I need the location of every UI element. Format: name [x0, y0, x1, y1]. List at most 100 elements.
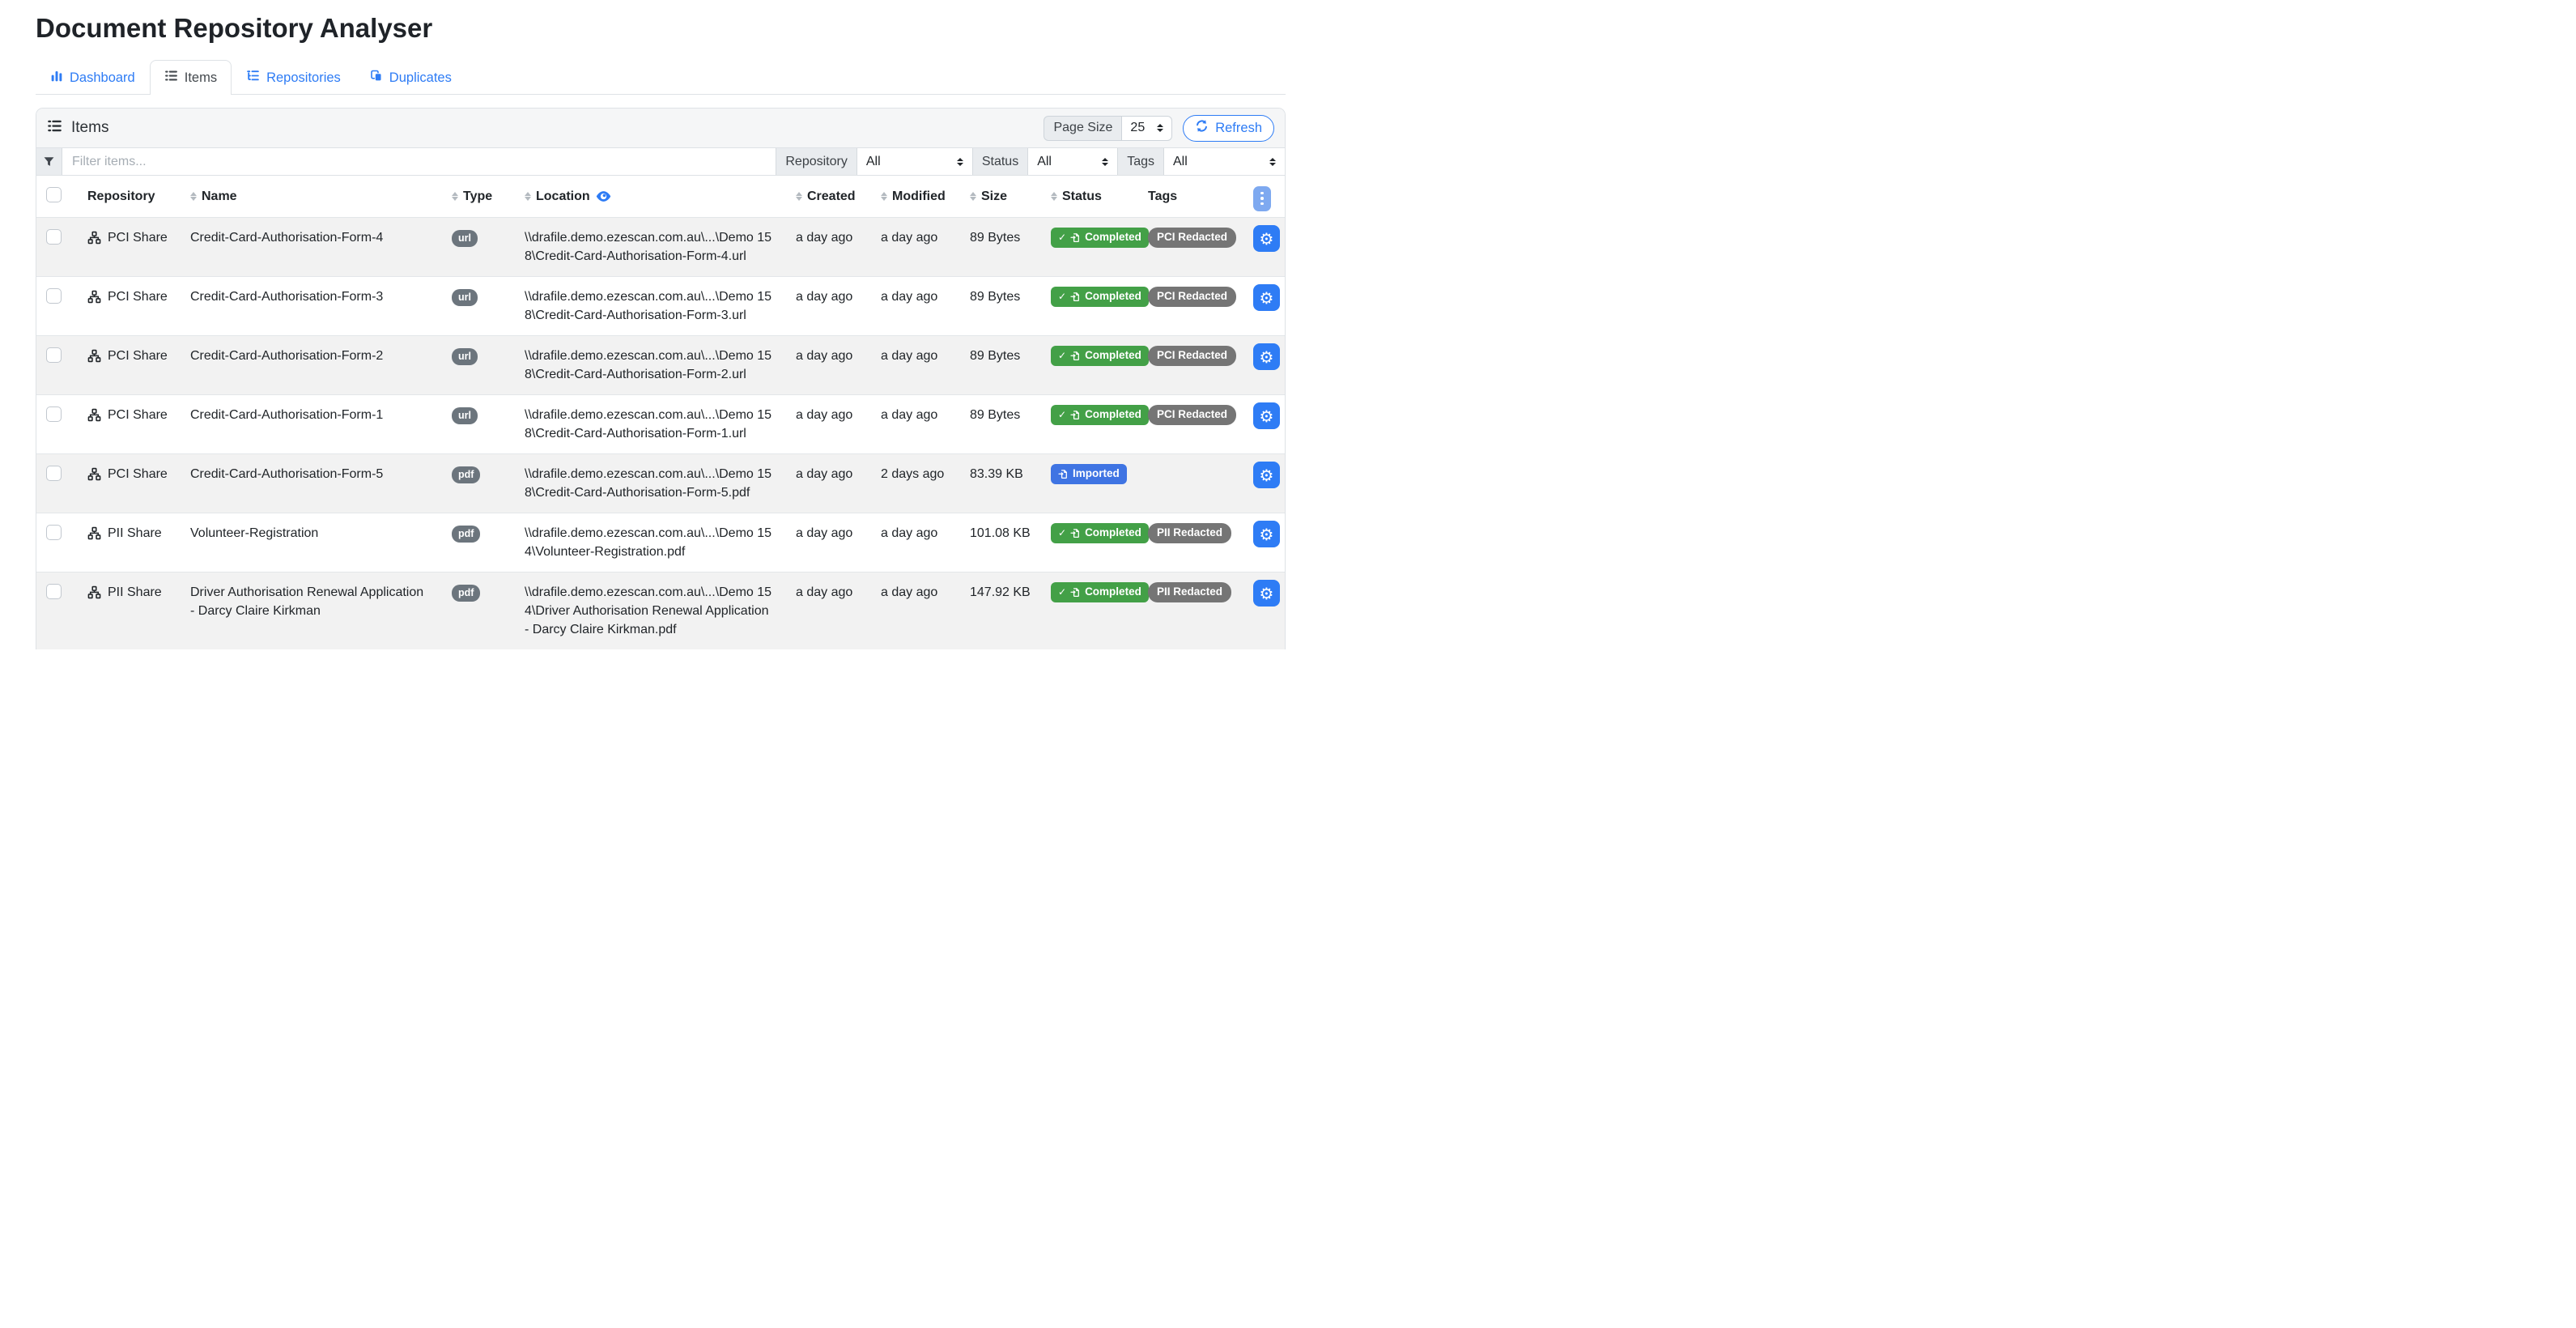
- check-icon: ✓: [1058, 410, 1066, 419]
- nav-tabs: Dashboard Items Repositories Duplicates: [36, 60, 1286, 95]
- type-badge: url: [452, 230, 478, 247]
- sitemap-icon: [87, 231, 101, 245]
- row-actions-button[interactable]: ⚙: [1253, 580, 1280, 607]
- tab-dashboard[interactable]: Dashboard: [36, 60, 150, 95]
- filter-row: Repository All Status All Tags All: [36, 148, 1285, 176]
- row-actions-button[interactable]: ⚙: [1253, 462, 1280, 488]
- item-location: \\drafile.demo.ezescan.com.au\...\Demo 1…: [515, 454, 786, 513]
- status-label: Completed: [1085, 350, 1141, 362]
- page-size-select[interactable]: 25: [1122, 116, 1172, 141]
- refresh-button[interactable]: Refresh: [1183, 115, 1274, 142]
- filter-items-input[interactable]: [62, 148, 776, 175]
- sort-arrows-icon: [881, 192, 887, 202]
- table-menu-button[interactable]: [1253, 186, 1271, 211]
- status-badge: ✓ Completed: [1051, 346, 1149, 366]
- page: Document Repository Analyser Dashboard I…: [36, 13, 1286, 649]
- column-header-created[interactable]: Created: [786, 176, 871, 218]
- items-table: Repository Name Type Location Created Mo…: [36, 176, 1286, 649]
- file-import-icon: [1070, 410, 1081, 420]
- check-icon: ✓: [1058, 292, 1066, 301]
- sitemap-icon: [87, 467, 101, 481]
- repository-filter-select[interactable]: All: [857, 148, 972, 175]
- column-header-type[interactable]: Type: [442, 176, 515, 218]
- tab-duplicates[interactable]: Duplicates: [355, 60, 466, 95]
- item-modified: a day ago: [871, 513, 960, 572]
- row-checkbox[interactable]: [46, 347, 62, 363]
- tags-cell: PCI Redacted: [1138, 277, 1243, 336]
- tag-badge: PII Redacted: [1148, 582, 1231, 602]
- check-icon: ✓: [1058, 587, 1066, 597]
- tag-badge: PII Redacted: [1148, 523, 1231, 543]
- item-created: a day ago: [786, 277, 871, 336]
- items-table-body: PCI Share Credit-Card-Authorisation-Form…: [36, 218, 1286, 650]
- status-badge: ✓ Completed: [1051, 523, 1149, 543]
- select-all-header: [36, 176, 78, 218]
- type-badge: pdf: [452, 466, 480, 483]
- tags-cell: PII Redacted: [1138, 572, 1243, 650]
- item-location: \\drafile.demo.ezescan.com.au\...\Demo 1…: [515, 218, 786, 277]
- item-created: a day ago: [786, 572, 871, 650]
- column-header-tags: Tags: [1138, 176, 1243, 218]
- repository-filter-label: Repository: [776, 148, 856, 175]
- column-header-location[interactable]: Location: [515, 176, 786, 218]
- sort-arrows-icon: [970, 192, 976, 202]
- sort-arrows-icon: [796, 192, 802, 202]
- row-actions-button[interactable]: ⚙: [1253, 225, 1280, 252]
- row-checkbox[interactable]: [46, 525, 62, 540]
- row-checkbox[interactable]: [46, 584, 62, 599]
- tab-label: Items: [185, 70, 217, 86]
- tags-cell: [1138, 454, 1243, 513]
- item-location: \\drafile.demo.ezescan.com.au\...\Demo 1…: [515, 277, 786, 336]
- item-size: 147.92 KB: [960, 572, 1041, 650]
- tab-items[interactable]: Items: [150, 60, 232, 95]
- status-label: Completed: [1085, 409, 1141, 421]
- table-row: PCI Share Credit-Card-Authorisation-Form…: [36, 454, 1286, 513]
- sort-arrows-icon: [525, 192, 531, 202]
- page-title: Document Repository Analyser: [36, 13, 1286, 44]
- select-all-checkbox[interactable]: [46, 187, 62, 202]
- item-size: 89 Bytes: [960, 336, 1041, 395]
- row-actions-button[interactable]: ⚙: [1253, 343, 1280, 370]
- item-name: Credit-Card-Authorisation-Form-4: [181, 218, 442, 277]
- page-size-label: Page Size: [1044, 116, 1122, 141]
- status-filter-select[interactable]: All: [1027, 148, 1117, 175]
- item-modified: a day ago: [871, 336, 960, 395]
- row-actions-button[interactable]: ⚙: [1253, 521, 1280, 547]
- tag-badge: PCI Redacted: [1148, 405, 1236, 425]
- page-size-value: 25: [1130, 121, 1145, 135]
- row-checkbox[interactable]: [46, 288, 62, 304]
- type-badge: url: [452, 289, 478, 306]
- row-actions-button[interactable]: ⚙: [1253, 402, 1280, 429]
- tags-filter-select[interactable]: All: [1163, 148, 1285, 175]
- header-controls: Page Size 25 Refresh: [1044, 115, 1274, 142]
- sitemap-icon: [87, 290, 101, 304]
- item-size: 89 Bytes: [960, 218, 1041, 277]
- repository-name: PCI Share: [108, 228, 168, 247]
- item-created: a day ago: [786, 336, 871, 395]
- sitemap-icon: [87, 585, 101, 599]
- tab-repositories[interactable]: Repositories: [232, 60, 355, 95]
- table-row: PCI Share Credit-Card-Authorisation-Form…: [36, 218, 1286, 277]
- table-row: PII Share Volunteer-Registration pdf \\d…: [36, 513, 1286, 572]
- status-filter-label: Status: [972, 148, 1027, 175]
- column-header-status[interactable]: Status: [1041, 176, 1138, 218]
- item-modified: a day ago: [871, 572, 960, 650]
- bar-chart-icon: [50, 70, 63, 87]
- column-header-modified[interactable]: Modified: [871, 176, 960, 218]
- refresh-label: Refresh: [1215, 121, 1262, 136]
- column-header-size[interactable]: Size: [960, 176, 1041, 218]
- row-checkbox[interactable]: [46, 229, 62, 245]
- tag-badge: PCI Redacted: [1148, 346, 1236, 366]
- tab-label: Dashboard: [70, 70, 135, 86]
- row-checkbox[interactable]: [46, 466, 62, 481]
- item-size: 89 Bytes: [960, 395, 1041, 454]
- repository-name: PCI Share: [108, 347, 168, 365]
- type-badge: pdf: [452, 585, 480, 602]
- item-location: \\drafile.demo.ezescan.com.au\...\Demo 1…: [515, 572, 786, 650]
- row-checkbox[interactable]: [46, 406, 62, 422]
- funnel-icon: [36, 148, 62, 175]
- list-icon: [47, 118, 62, 138]
- column-header-name[interactable]: Name: [181, 176, 442, 218]
- item-location: \\drafile.demo.ezescan.com.au\...\Demo 1…: [515, 395, 786, 454]
- row-actions-button[interactable]: ⚙: [1253, 284, 1280, 311]
